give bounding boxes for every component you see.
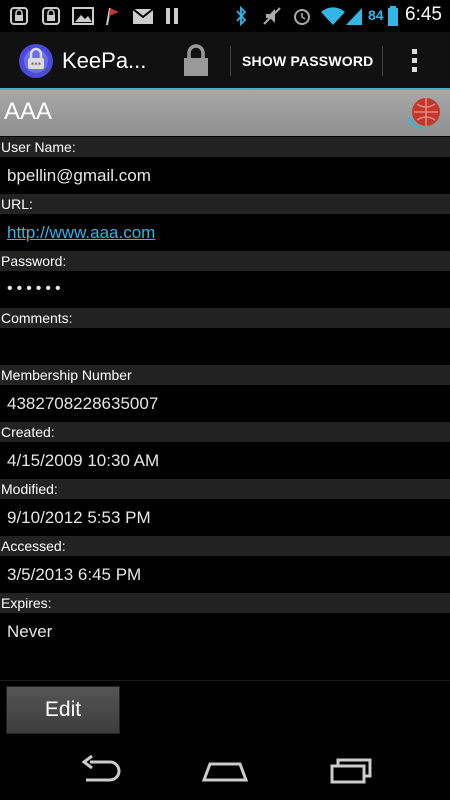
- lock-icon: [42, 7, 60, 25]
- navigation-bar: [0, 740, 450, 800]
- field-label-membership-number: Membership Number: [0, 365, 450, 385]
- battery-level: 84: [368, 7, 384, 23]
- alarm-icon: [294, 9, 310, 25]
- flag-icon: [106, 7, 119, 26]
- overflow-menu-icon[interactable]: [404, 46, 424, 78]
- action-bar: *** KeePa... SHOW PASSWORD: [0, 32, 450, 90]
- back-icon[interactable]: [78, 754, 124, 786]
- edit-button[interactable]: Edit: [6, 686, 120, 734]
- field-label-expires: Expires:: [0, 593, 450, 613]
- field-value-expires: Never: [7, 622, 53, 641]
- field-label-password: Password:: [0, 251, 450, 271]
- field-value-password: ••••••: [7, 280, 65, 297]
- field-value-modified: 9/10/2012 5:53 PM: [7, 508, 151, 527]
- lock-icon: [10, 7, 28, 25]
- field-label-url: URL:: [0, 194, 450, 214]
- muted-icon: [263, 7, 281, 25]
- field-label-username: User Name:: [0, 137, 450, 157]
- svg-text:***: ***: [31, 61, 42, 69]
- field-label-comments: Comments:: [0, 308, 450, 328]
- keepass-app-icon[interactable]: ***: [18, 43, 54, 79]
- field-value-membership-number: 4382708228635007: [7, 394, 159, 413]
- home-icon[interactable]: [200, 754, 250, 786]
- field-label-created: Created:: [0, 422, 450, 442]
- entry-title: AAA: [4, 98, 53, 125]
- field-label-modified: Modified:: [0, 479, 450, 499]
- clock: 6:45: [405, 4, 442, 25]
- image-icon: [72, 7, 94, 25]
- field-value-created: 4/15/2009 10:30 AM: [7, 451, 160, 470]
- recent-apps-icon[interactable]: [328, 754, 374, 786]
- lock-icon[interactable]: [180, 44, 212, 78]
- bluetooth-icon: [236, 6, 247, 26]
- battery-icon: [388, 6, 398, 26]
- gmail-icon: [132, 8, 154, 24]
- action-divider: [382, 46, 383, 76]
- action-divider: [230, 46, 231, 76]
- field-value-username: bpellin@gmail.com: [7, 166, 151, 185]
- field-value-url-link[interactable]: http://www.aaa.com: [7, 223, 155, 243]
- field-label-accessed: Accessed:: [0, 536, 450, 556]
- globe-icon: [408, 98, 440, 130]
- pause-icon: [166, 8, 178, 24]
- entry-header: AAA: [0, 90, 450, 136]
- signal-icon: [346, 8, 362, 25]
- show-password-button[interactable]: SHOW PASSWORD: [242, 53, 373, 69]
- status-bar: 84 6:45: [0, 0, 450, 32]
- field-value-accessed: 3/5/2013 6:45 PM: [7, 565, 142, 584]
- app-title: KeePa...: [62, 48, 147, 73]
- wifi-icon: [321, 7, 345, 25]
